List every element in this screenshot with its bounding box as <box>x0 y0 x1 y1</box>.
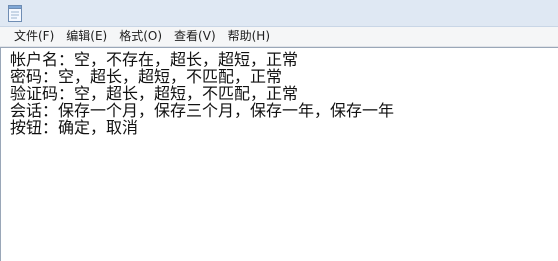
notepad-icon <box>8 5 22 22</box>
menu-edit[interactable]: 编辑(E) <box>60 27 113 46</box>
text-line-buttons: 按钮：确定，取消 <box>10 118 139 137</box>
menu-bar: 文件(F) 编辑(E) 格式(O) 查看(V) 帮助(H) <box>0 27 558 47</box>
menu-format[interactable]: 格式(O) <box>113 27 168 46</box>
text-line-password: 密码：空，超长，超短，不匹配，正常 <box>10 67 283 86</box>
text-editor-area[interactable]: 帐户名：空，不存在，超长，超短，正常 密码：空，超长，超短，不匹配，正常 验证码… <box>0 47 558 261</box>
menu-file[interactable]: 文件(F) <box>8 27 60 46</box>
notepad-window: 文件(F) 编辑(E) 格式(O) 查看(V) 帮助(H) 帐户名：空，不存在，… <box>0 0 558 261</box>
menu-view[interactable]: 查看(V) <box>168 27 222 46</box>
title-bar[interactable] <box>0 0 558 27</box>
text-line-session: 会话：保存一个月，保存三个月，保存一年，保存一年 <box>10 101 395 120</box>
text-line-account: 帐户名：空，不存在，超长，超短，正常 <box>10 50 299 69</box>
menu-help[interactable]: 帮助(H) <box>222 27 276 46</box>
text-line-captcha: 验证码：空，超长，超短，不匹配，正常 <box>10 84 299 103</box>
